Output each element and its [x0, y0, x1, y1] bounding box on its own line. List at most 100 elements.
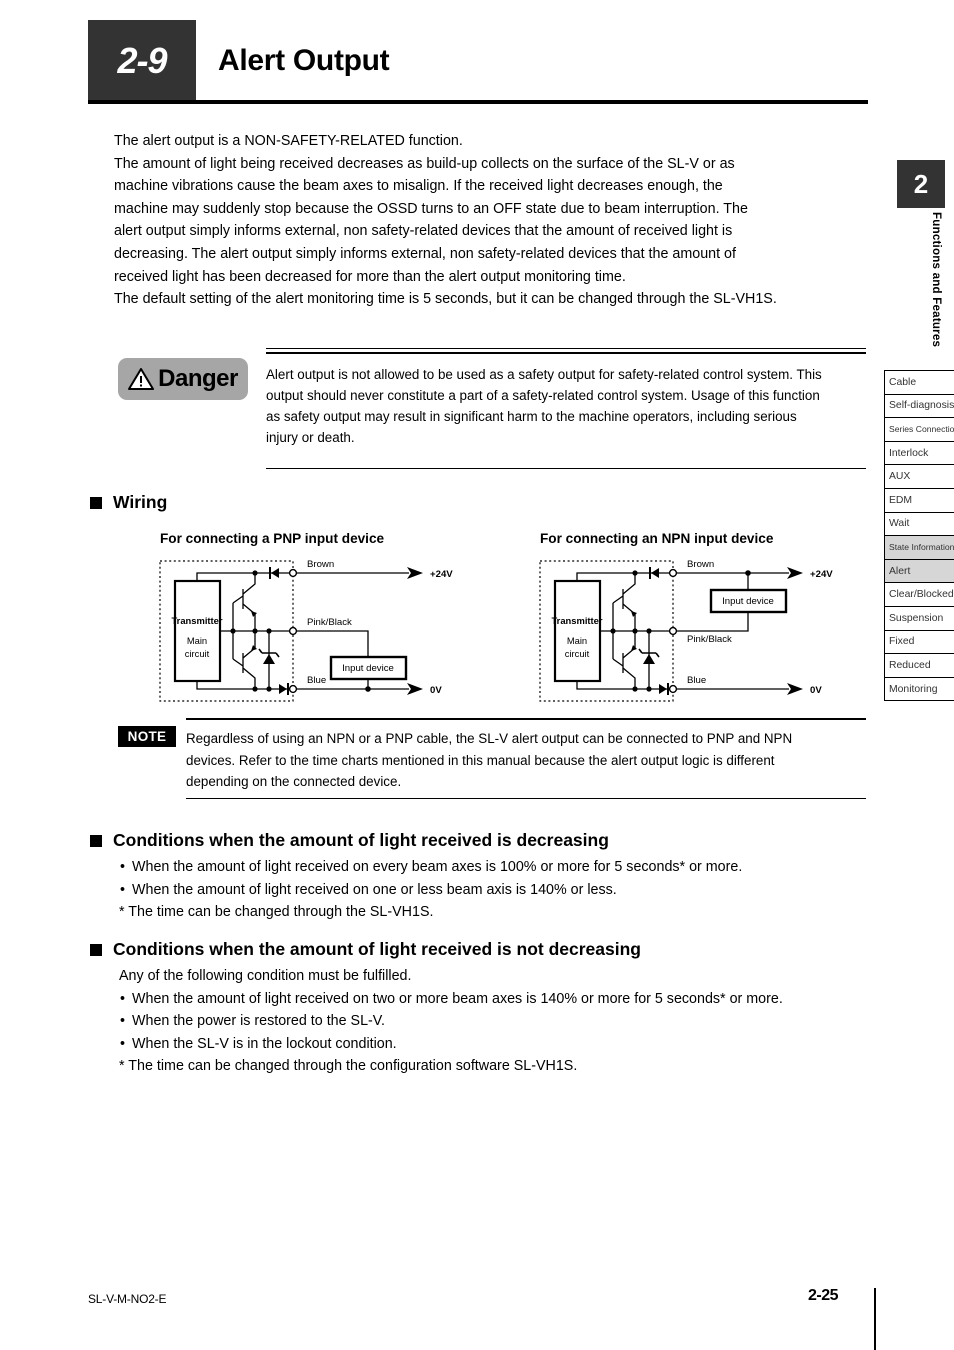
npn-label-transmitter: Transmitter	[551, 615, 602, 626]
sidebar-item-label: Wait	[889, 518, 910, 530]
conditions-not-decreasing-list: Any of the following condition must be f…	[119, 965, 783, 1078]
pnp-label-0v: 0V	[430, 685, 442, 696]
danger-badge-label: Danger	[158, 365, 238, 392]
wiring-heading-label: Wiring	[113, 492, 168, 512]
note-line: devices. Refer to the time charts mentio…	[186, 752, 775, 768]
npn-label-pinkblack: Pink/Black	[687, 634, 732, 645]
danger-rule-bottom	[266, 468, 866, 469]
danger-rule-top	[266, 348, 866, 349]
pnp-label-input-device: Input device	[342, 663, 394, 674]
sidebar-item-aux[interactable]: AUX	[884, 465, 954, 489]
section-heading-conditions-not-decreasing: Conditions when the amount of light rece…	[90, 939, 641, 960]
danger-rule-top-thick	[266, 352, 866, 354]
intro-line: alert output simply informs external, no…	[114, 223, 733, 240]
bullet-square-icon	[90, 943, 102, 956]
sidebar-item-wait[interactable]: Wait	[884, 512, 954, 537]
sidebar-item-label: EDM	[889, 494, 913, 506]
bullet-square-icon	[90, 834, 102, 847]
list-intro: Any of the following condition must be f…	[119, 968, 412, 984]
pnp-diagram-title: For connecting a PNP input device	[160, 531, 385, 546]
bullet-square-icon	[90, 496, 102, 509]
note-line: depending on the connected device.	[186, 774, 402, 789]
list-item: When the SL-V is in the lockout conditio…	[119, 1033, 783, 1056]
danger-line: as safety output may result in significa…	[266, 409, 797, 424]
chapter-topic-index: Cable Self-diagnosis Series Connection Inte…	[884, 370, 954, 702]
npn-label-brown: Brown	[687, 559, 714, 570]
sidebar-item-label: Series Connection	[889, 424, 954, 435]
footer-page-number: 2-25	[808, 1287, 839, 1304]
sidebar-item-label: Reduced	[889, 659, 931, 671]
conditions-decreasing-list: When the amount of light received on eve…	[119, 856, 742, 924]
danger-line: injury or death.	[266, 430, 355, 445]
page-title: Alert Output	[218, 44, 390, 77]
conditions-decreasing-heading-label: Conditions when the amount of light rece…	[113, 830, 609, 850]
sidebar-item-interlock[interactable]: Interlock	[884, 441, 954, 466]
conditions-not-decreasing-heading-label: Conditions when the amount of light rece…	[113, 939, 641, 959]
list-item: When the amount of light received on two…	[119, 988, 783, 1011]
npn-label-24v: +24V	[810, 569, 833, 580]
sidebar-item-label: AUX	[889, 471, 911, 483]
sidebar-item-alert[interactable]: Alert	[884, 559, 954, 584]
sidebar-item-label: Interlock	[889, 447, 929, 459]
pnp-label-24v: +24V	[430, 569, 453, 580]
intro-paragraph: The alert output is a NON-SAFETY-RELATED…	[114, 130, 870, 311]
npn-diagram-title: For connecting an NPN input device	[540, 531, 774, 546]
section-heading-conditions-decreasing: Conditions when the amount of light rece…	[90, 830, 609, 851]
danger-line: Alert output is not allowed to be used a…	[266, 367, 822, 382]
list-item: When the amount of light received on one…	[119, 879, 742, 902]
page-header: 2-9 Alert Output	[88, 20, 868, 102]
pnp-label-blue: Blue	[307, 675, 326, 686]
sidebar-item-label: Clear/Blocked	[889, 589, 954, 601]
chapter-tab-number: 2	[897, 160, 945, 208]
sidebar-item-series-connection[interactable]: Series Connection	[884, 418, 954, 442]
sidebar-item-edm[interactable]: EDM	[884, 488, 954, 513]
sidebar-item-state-information[interactable]: State Information	[884, 536, 954, 560]
footer-document-code: SL-V-M-NO2-E	[88, 1292, 167, 1306]
sidebar-item-label: State Information	[889, 542, 954, 553]
warning-triangle-icon	[128, 367, 155, 391]
pnp-label-main: Main	[187, 635, 207, 646]
list-item: When the power is restored to the SL-V.	[119, 1010, 783, 1033]
npn-label-input-device: Input device	[722, 596, 774, 607]
sidebar-item-suspension[interactable]: Suspension	[884, 606, 954, 631]
sidebar-item-label: Alert	[889, 565, 911, 577]
intro-line: machine may suddenly stop because the OS…	[114, 200, 748, 217]
intro-line: The alert output is a NON-SAFETY-RELATED…	[114, 133, 463, 149]
danger-line: output should never constitute a part of…	[266, 388, 820, 403]
note-rule-bottom	[186, 798, 866, 799]
npn-label-circuit: circuit	[565, 648, 590, 659]
section-number: 2-9	[88, 20, 196, 102]
danger-text: Alert output is not allowed to be used a…	[266, 364, 866, 448]
intro-line: received light has been decreased for mo…	[114, 268, 626, 285]
sidebar-item-label: Fixed	[889, 636, 915, 648]
pnp-label-transmitter: Transmitter	[171, 615, 222, 626]
sidebar-item-label: Cable	[889, 376, 917, 388]
pnp-label-pinkblack: Pink/Black	[307, 617, 352, 628]
section-heading-wiring: Wiring	[90, 492, 167, 513]
intro-line: decreasing. The alert output simply info…	[114, 245, 736, 262]
sidebar-item-reduced[interactable]: Reduced	[884, 654, 954, 678]
pnp-label-brown: Brown	[307, 559, 334, 570]
list-item: When the amount of light received on eve…	[119, 856, 742, 879]
sidebar-item-cable[interactable]: Cable	[884, 371, 954, 395]
pnp-wiring-diagram: Brown Pink/Black Blue +24V 0V Input devi…	[155, 556, 525, 706]
npn-label-0v: 0V	[810, 685, 822, 696]
note-line: Regardless of using an NPN or a PNP cabl…	[186, 731, 793, 746]
npn-wiring-diagram: Brown Pink/Black Blue +24V 0V Input devi…	[535, 556, 905, 706]
pnp-label-circuit: circuit	[185, 648, 210, 659]
npn-label-blue: Blue	[687, 675, 706, 686]
sidebar-item-fixed[interactable]: Fixed	[884, 630, 954, 655]
sidebar-item-label: Suspension	[889, 612, 944, 624]
header-rule	[88, 100, 868, 104]
npn-label-main: Main	[567, 635, 587, 646]
chapter-tab-label: Functions and Features	[930, 212, 943, 348]
sidebar-item-clear-blocked[interactable]: Clear/Blocked	[884, 583, 954, 607]
sidebar-item-label: Self-diagnosis	[889, 400, 954, 412]
note-text: Regardless of using an NPN or a PNP cabl…	[186, 728, 866, 793]
intro-line: The amount of light being received decre…	[114, 155, 735, 172]
note-rule-top	[186, 718, 866, 720]
sidebar-item-monitoring[interactable]: Monitoring	[884, 677, 954, 702]
note-badge: NOTE	[118, 726, 176, 747]
intro-line: machine vibrations cause the beam axes t…	[114, 178, 723, 195]
sidebar-item-self-diagnosis[interactable]: Self-diagnosis	[884, 394, 954, 419]
